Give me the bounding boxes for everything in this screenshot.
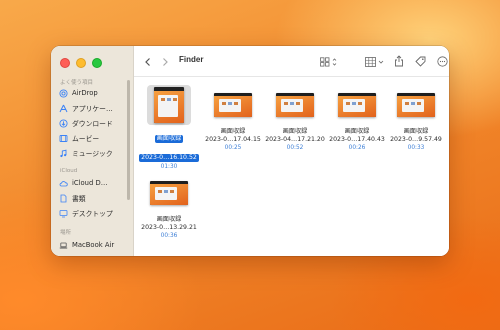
file-duration: 01:30 [160,164,178,170]
window-controls [60,58,102,68]
sidebar-item-airdrop[interactable]: AirDrop [59,87,125,99]
file-date: 2023-0…13.29.21 [141,224,197,231]
file-item[interactable]: 画面収録 2023-0…17.04.15 00:25 [198,85,268,152]
desktop-icon [59,209,68,218]
file-grid: 画面収録 2023-0…16.10.52 01:30 画面収録 2023-0…1… [134,77,449,256]
sidebar-item-label: MacBook Air [72,241,115,249]
tag-icon [415,52,426,71]
view-mode-button[interactable] [320,54,338,68]
file-name: 画面収録 [220,128,246,135]
file-name: 画面収録 [403,128,429,135]
sidebar-item-desktop[interactable]: デスクトップ [59,207,125,219]
sidebar-item-label: アプリケー… [72,105,113,113]
sidebar-item-music[interactable]: ミュージック [59,147,125,159]
video-thumbnail-icon [397,93,435,117]
file-item[interactable]: 画面収録 2023-04…17.21.20 00:52 [260,85,330,152]
file-duration: 00:33 [407,145,425,151]
zoom-button[interactable] [92,58,102,68]
file-thumbnail [335,85,379,125]
video-thumbnail-icon [154,87,184,123]
applications-icon [59,104,68,113]
group-button[interactable] [365,54,385,68]
sidebar-item-documents[interactable]: 書類 [59,192,125,204]
action-menu-button[interactable] [437,54,449,68]
file-name: 画面収録 [282,128,308,135]
icon-grid-icon [320,52,338,71]
sidebar-section-favorites: よく使う項目 [60,80,94,86]
back-button[interactable] [144,54,152,68]
more-icon [437,52,449,71]
sidebar-item-label: ムービー [72,135,100,143]
file-thumbnail [273,85,317,125]
close-button[interactable] [60,58,70,68]
sidebar-item-label: 書類 [72,195,86,203]
sidebar-item-label: デスクトップ [72,210,113,218]
sidebar-item-label: AirDrop [72,89,98,97]
file-thumbnail [147,173,191,213]
share-icon [394,52,404,71]
sidebar-section-locations: 場所 [60,230,72,236]
chevron-left-icon [144,52,152,71]
video-thumbnail-icon [338,93,376,117]
share-button[interactable] [394,54,404,68]
toolbar: Finder [134,46,449,77]
group-icon [365,52,385,71]
sidebar-item-label: ミュージック [72,150,113,158]
video-thumbnail-icon [276,93,314,117]
sidebar-item-label: ダウンロード [72,120,113,128]
documents-icon [59,194,68,203]
file-date: 2023-04…17.21.20 [265,136,325,143]
sidebar-scrollbar[interactable] [127,80,130,200]
downloads-icon [59,118,68,128]
video-thumbnail-icon [150,181,188,205]
file-name: 画面収録 [156,216,182,223]
sidebar-item-icloud-drive[interactable]: iCloud D… [59,177,125,189]
file-date: 2023-0…9.57.49 [390,136,442,143]
file-thumbnail [211,85,255,125]
file-item[interactable]: 画面収録 2023-0…16.10.52 01:30 [134,85,204,171]
file-name: 画面収録 [154,135,184,143]
sidebar: よく使う項目 AirDrop アプリケー… ダウンロード ムービー ミュージック… [51,46,134,256]
icloud-drive-icon [59,179,68,188]
forward-button[interactable] [161,54,169,68]
chevron-right-icon [161,52,169,71]
airdrop-icon [59,88,68,98]
file-duration: 00:52 [286,145,304,151]
laptop-icon [59,241,68,250]
sidebar-item-downloads[interactable]: ダウンロード [59,117,125,129]
file-duration: 00:25 [224,145,242,151]
finder-window: よく使う項目 AirDrop アプリケー… ダウンロード ムービー ミュージック… [51,46,449,256]
tag-button[interactable] [415,54,426,68]
sidebar-section-icloud: iCloud [60,168,78,174]
video-thumbnail-icon [214,93,252,117]
sidebar-item-macbook-air[interactable]: MacBook Air [59,239,125,251]
window-title: Finder [179,55,204,64]
file-date: 2023-0…17.04.15 [205,136,261,143]
file-item[interactable]: 画面収録 2023-0…9.57.49 00:33 [381,85,449,152]
file-item[interactable]: 画面収録 2023-0…13.29.21 00:36 [134,173,204,240]
minimize-button[interactable] [76,58,86,68]
sidebar-item-label: iCloud D… [72,179,108,187]
file-thumbnail [394,85,438,125]
sidebar-item-applications[interactable]: アプリケー… [59,102,125,114]
file-thumbnail [147,85,191,125]
sidebar-item-movies[interactable]: ムービー [59,132,125,144]
file-duration: 00:36 [160,233,178,239]
movies-icon [59,134,68,143]
music-icon [59,149,68,158]
file-date: 2023-0…16.10.52 [139,154,199,162]
